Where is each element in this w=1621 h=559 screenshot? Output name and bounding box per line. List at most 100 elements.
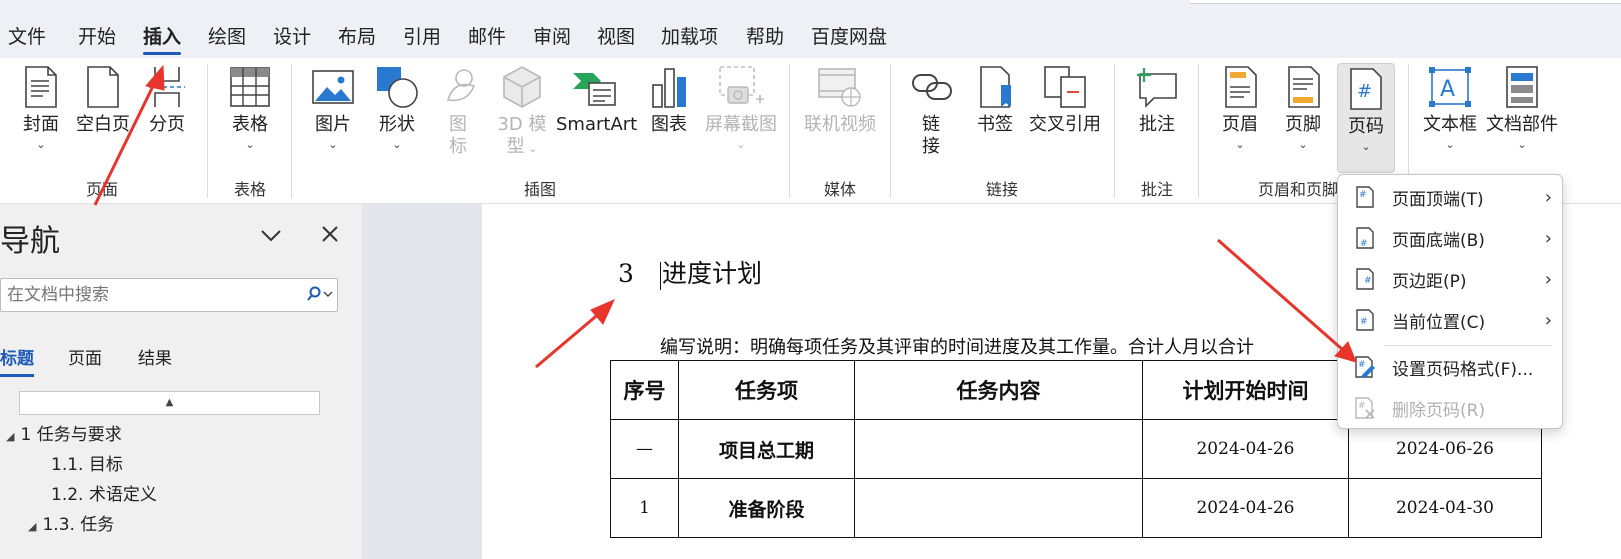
table-cell[interactable]: 1 <box>610 478 679 538</box>
group-tables: 表格 <box>233 180 266 199</box>
chevron-down-icon: ⌄ <box>1361 140 1371 153</box>
writing-note[interactable]: 编写说明：明确每项任务及其评审的时间进度及其工作量。合计人月以合计 <box>660 333 1254 359</box>
page-number-icon: # <box>1341 64 1391 114</box>
group-divider <box>789 64 790 198</box>
tab-baidu-netdisk[interactable]: 百度网盘 <box>811 20 887 51</box>
link-label-2: 接 <box>922 136 940 157</box>
shapes-button[interactable]: 形状 ⌄ <box>372 62 422 151</box>
table-cell[interactable]: — <box>610 419 679 479</box>
section-heading[interactable]: 3 进度计划 <box>618 254 762 290</box>
chevron-down-icon: ⌄ <box>36 138 46 151</box>
nav-search-box[interactable] <box>0 278 338 312</box>
tab-references[interactable]: 引用 <box>403 20 441 51</box>
page-number-dropdown: # 页面顶端(T) › # 页面底端(B) › # 页边距(P) › # 当前位… <box>1337 174 1563 429</box>
tab-draw[interactable]: 绘图 <box>208 20 246 51</box>
collapse-all-button[interactable]: ▲ <box>19 391 320 415</box>
comment-button[interactable]: 批注 <box>1132 62 1182 136</box>
close-icon[interactable] <box>321 224 339 249</box>
comment-label: 批注 <box>1139 114 1175 135</box>
header-button[interactable]: 页眉 ⌄ <box>1216 62 1264 151</box>
tab-help[interactable]: 帮助 <box>746 20 784 51</box>
cover-page-button[interactable]: 封面 ⌄ <box>16 62 66 151</box>
tab-layout[interactable]: 布局 <box>338 20 376 51</box>
menu-item-bottom-of-page[interactable]: # 页面底端(B) › <box>1338 218 1562 258</box>
header-label: 页眉 <box>1222 114 1258 135</box>
tab-view[interactable]: 视图 <box>597 20 635 51</box>
footer-button[interactable]: 页脚 ⌄ <box>1279 62 1327 151</box>
tree-item[interactable]: ◢ 1 任务与要求 <box>6 420 122 445</box>
page-number-button[interactable]: # 页码 ⌄ <box>1337 63 1395 173</box>
3d-models-button[interactable]: 3D 模 型 ⌄ <box>494 62 550 160</box>
tab-headings[interactable]: 标题 <box>0 344 34 377</box>
table-cell[interactable]: 2024-04-26 <box>1142 419 1349 479</box>
online-video-label: 联机视频 <box>804 114 876 135</box>
tree-item[interactable]: 1.2. 术语定义 <box>51 480 157 505</box>
menu-item-current-position[interactable]: # 当前位置(C) › <box>1338 300 1562 340</box>
group-illustrations: 插图 <box>523 180 556 199</box>
online-video-button[interactable]: 联机视频 <box>802 62 878 136</box>
tab-mailings[interactable]: 邮件 <box>468 20 506 51</box>
group-header-footer: 页眉和页脚 <box>1258 180 1339 199</box>
menu-item-top-of-page[interactable]: # 页面顶端(T) › <box>1338 177 1562 217</box>
menu-divider <box>1384 345 1552 346</box>
table-button[interactable]: 表格 ⌄ <box>225 62 275 151</box>
screenshot-button[interactable]: 屏幕截图 ⌄ <box>703 62 779 151</box>
svg-text:#: # <box>1357 81 1372 102</box>
current-position-icon: # <box>1338 308 1392 332</box>
page-number-label: 页码 <box>1348 116 1384 137</box>
link-button[interactable]: 链 接 <box>907 62 955 158</box>
icons-label-1: 图 <box>449 114 467 135</box>
chart-button[interactable]: 图表 <box>645 62 693 136</box>
group-comments: 批注 <box>1140 180 1173 199</box>
table-cell[interactable]: 2024-04-30 <box>1348 478 1542 538</box>
icons-button[interactable]: 图 标 <box>436 62 480 158</box>
tab-review[interactable]: 审阅 <box>533 20 571 51</box>
tab-addins[interactable]: 加载项 <box>661 20 718 51</box>
table-cell[interactable] <box>854 478 1143 538</box>
table-cell[interactable]: 项目总工期 <box>678 419 855 479</box>
table-cell[interactable]: 准备阶段 <box>678 478 855 538</box>
group-divider <box>1198 64 1199 198</box>
table-cell[interactable] <box>854 419 1143 479</box>
3d-models-label-2: 型 ⌄ <box>506 136 538 157</box>
chevron-right-icon: › <box>1544 268 1552 290</box>
text-box-button[interactable]: A 文本框 ⌄ <box>1420 62 1480 151</box>
svg-text:#: # <box>1360 317 1368 327</box>
tab-home[interactable]: 开始 <box>78 20 116 51</box>
table-cell[interactable]: 2024-04-26 <box>1142 478 1349 538</box>
picture-button[interactable]: 图片 ⌄ <box>308 62 358 151</box>
chevron-down-icon: ⌄ <box>1517 138 1527 151</box>
title-bar-search-box[interactable] <box>1190 0 1621 4</box>
tab-results[interactable]: 结果 <box>138 344 172 369</box>
bookmark-button[interactable]: 书签 <box>972 62 1018 136</box>
quick-parts-button[interactable]: 文档部件 ⌄ <box>1485 62 1559 151</box>
page-break-button[interactable]: 分页 <box>142 62 192 136</box>
shapes-label: 形状 <box>379 114 415 135</box>
chevron-down-icon: ⌄ <box>1445 138 1455 151</box>
tab-insert[interactable]: 插入 <box>143 20 182 55</box>
svg-text:#: # <box>1364 276 1372 286</box>
tree-item[interactable]: ◢ 1.3. 任务 <box>28 510 114 535</box>
search-input[interactable] <box>1 279 291 311</box>
tree-item[interactable]: 1.1. 目标 <box>51 450 123 475</box>
chevron-down-icon[interactable] <box>260 224 282 249</box>
cross-reference-button[interactable]: 交叉引用 <box>1028 62 1102 136</box>
menu-item-remove-page-numbers[interactable]: # 删除页码(R) <box>1338 388 1562 428</box>
search-icon[interactable] <box>305 285 333 307</box>
menu-item-page-margins[interactable]: # 页边距(P) › <box>1338 259 1562 299</box>
tab-file[interactable]: 文件 <box>8 20 46 51</box>
expand-triangle-icon[interactable]: ◢ <box>6 430 14 443</box>
table-header: 任务内容 <box>854 360 1143 420</box>
smartart-icon <box>559 62 629 112</box>
chevron-right-icon: › <box>1544 309 1552 331</box>
blank-page-button[interactable]: 空白页 <box>76 62 130 136</box>
picture-icon <box>308 62 358 112</box>
menu-item-format-page-numbers[interactable]: # 设置页码格式(F)... <box>1338 347 1562 387</box>
group-divider <box>291 64 292 198</box>
smartart-button[interactable]: SmartArt <box>556 62 637 136</box>
tab-pages[interactable]: 页面 <box>68 344 102 369</box>
group-media: 媒体 <box>823 180 856 199</box>
group-links: 链接 <box>985 180 1018 199</box>
tab-design[interactable]: 设计 <box>273 20 311 51</box>
expand-triangle-icon[interactable]: ◢ <box>28 520 36 533</box>
